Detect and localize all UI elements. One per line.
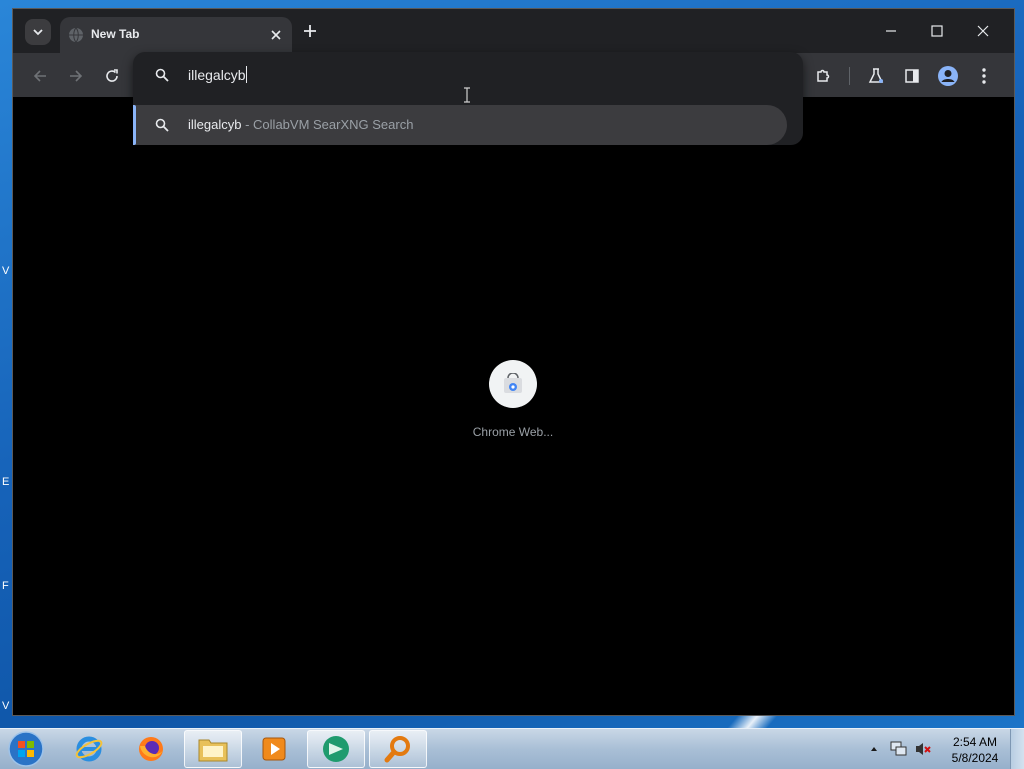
shortcut-icon-circle (489, 360, 537, 408)
reload-icon (106, 69, 118, 82)
tab-search-button[interactable] (25, 19, 51, 45)
i-beam-cursor-icon (464, 87, 470, 103)
taskbar-browser[interactable] (307, 730, 365, 768)
network-icon[interactable] (890, 741, 908, 757)
forward-button[interactable] (63, 63, 89, 89)
desktop-edge-letter: F (2, 580, 9, 592)
reload-button[interactable] (99, 63, 125, 89)
new-tab-button[interactable] (299, 20, 321, 42)
arrow-right-icon (70, 70, 83, 82)
title-bar: New Tab (13, 9, 1014, 53)
chevron-down-icon (33, 29, 43, 36)
taskbar-file-explorer[interactable] (184, 730, 242, 768)
tray-expand-icon[interactable] (870, 745, 878, 753)
menu-button[interactable] (971, 63, 997, 89)
search-icon (155, 118, 169, 132)
maximize-icon (931, 25, 943, 37)
desktop-edge-letter: V (2, 265, 10, 277)
address-bar-input[interactable] (188, 64, 748, 86)
start-button[interactable] (6, 730, 46, 768)
desktop-edge-letter: E (2, 476, 10, 488)
clock-date: 5/8/2024 (951, 751, 999, 765)
tab-close-button[interactable] (266, 25, 286, 45)
kebab-menu-icon (982, 68, 986, 84)
taskbar-search-tool[interactable] (369, 730, 427, 768)
tab-new-tab[interactable]: New Tab (60, 17, 292, 53)
taskbar-internet-explorer[interactable] (60, 730, 118, 768)
web-store-icon (504, 373, 522, 393)
taskbar-firefox[interactable] (122, 730, 180, 768)
search-icon (155, 68, 169, 82)
minimize-icon (886, 30, 896, 32)
maximize-button[interactable] (922, 17, 952, 45)
side-panel-button[interactable] (899, 63, 925, 89)
plus-icon (304, 25, 316, 37)
back-button[interactable] (27, 63, 53, 89)
arrow-left-icon (33, 70, 46, 82)
suggestion-separator: - (241, 117, 254, 132)
close-icon (271, 30, 281, 40)
internet-explorer-icon (75, 736, 103, 762)
minimize-button[interactable] (876, 17, 906, 45)
suggestion-text: illegalcyb - CollabVM SearXNG Search (188, 117, 413, 132)
avatar-icon (938, 66, 958, 86)
browser-window: New Tab illegalcyb illegalcyb - CollabVM… (12, 8, 1015, 716)
extensions-button[interactable] (810, 63, 836, 89)
tab-title: New Tab (91, 27, 140, 41)
show-desktop-button[interactable] (1010, 729, 1024, 769)
globe-icon (69, 27, 83, 43)
text-caret (246, 66, 247, 83)
volume-muted-icon[interactable] (914, 741, 932, 757)
firefox-icon (139, 737, 163, 761)
shortcut-chrome-web-store[interactable]: Chrome Web... (465, 360, 561, 439)
media-player-icon (262, 737, 286, 761)
close-icon (977, 25, 989, 37)
folder-icon (198, 739, 228, 762)
taskbar: 2:54 AM 5/8/2024 (0, 728, 1024, 769)
suggestion-engine: CollabVM SearXNG Search (253, 117, 414, 132)
browser-app-icon (323, 736, 349, 762)
clock-time: 2:54 AM (952, 735, 998, 749)
windows-logo-icon (8, 731, 44, 767)
omnibox-suggestion[interactable]: illegalcyb - CollabVM SearXNG Search (133, 105, 787, 145)
profile-button[interactable] (935, 63, 961, 89)
puzzle-icon (817, 69, 830, 82)
desktop-edge-letter: V (2, 700, 10, 712)
suggestion-query: illegalcyb (188, 117, 242, 132)
system-clock[interactable]: 2:54 AM 5/8/2024 (940, 734, 1010, 766)
shortcut-label: Chrome Web... (472, 425, 554, 439)
suggestion-selected-indicator (133, 105, 136, 145)
close-window-button[interactable] (968, 17, 998, 45)
labs-button[interactable] (863, 63, 889, 89)
flask-icon (868, 68, 884, 83)
magnifier-icon (384, 736, 410, 763)
side-panel-icon (905, 69, 919, 83)
toolbar-divider (849, 67, 850, 85)
taskbar-media-player[interactable] (245, 730, 303, 768)
